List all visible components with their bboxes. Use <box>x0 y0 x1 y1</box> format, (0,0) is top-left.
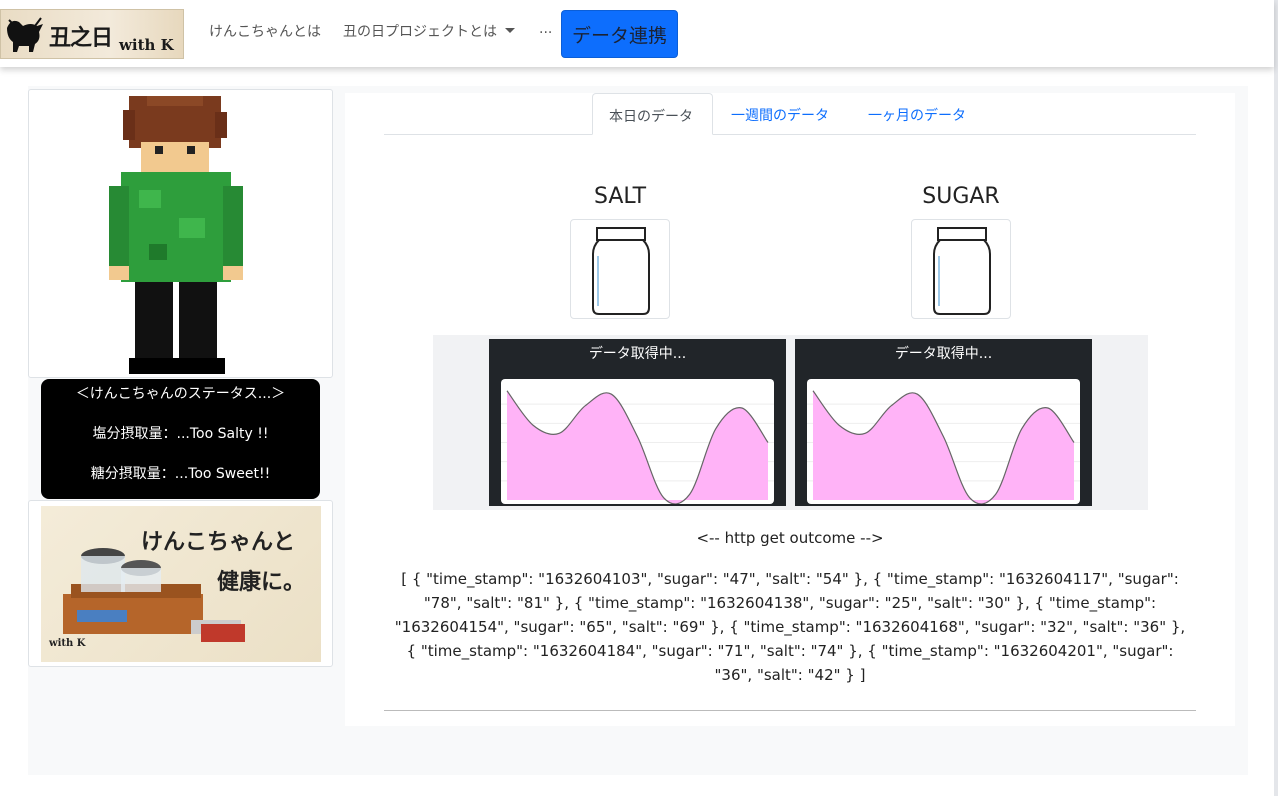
salt-jar-icon <box>592 227 650 315</box>
caret-down-icon <box>505 28 515 33</box>
salt-chart <box>501 379 774 504</box>
bull-icon <box>7 17 43 52</box>
http-outcome-body: [ { "time_stamp": "1632604103", "sugar":… <box>394 570 1186 684</box>
nav-item-more[interactable]: ... <box>539 21 552 37</box>
nav-item-project-dropdown[interactable]: 丑の日プロジェクトとは <box>343 21 515 41</box>
sugar-jar-icon <box>933 227 991 315</box>
http-outcome-title: <-- http get outcome --> <box>696 529 884 547</box>
salt-status: 塩分摂取量：...Too Salty !! <box>92 426 269 442</box>
promo-image: けんこちゃんと 健康に。 with K <box>41 506 321 662</box>
salt-title: SALT <box>593 184 647 209</box>
data-tabs: 本日のデータ 一週間のデータ 一ヶ月のデータ <box>384 93 1196 135</box>
logo-text: 丑之日 <box>49 25 113 51</box>
area-fill <box>507 390 768 504</box>
sugar-title: SUGAR <box>922 184 1000 209</box>
data-link-button[interactable]: データ連携 <box>561 10 678 58</box>
promo-line-2: 健康に。 <box>217 569 306 595</box>
status-title: ＜けんこちゃんのステータス...＞ <box>75 386 286 402</box>
logo-with-text: with K <box>119 36 174 54</box>
kenko-character-image <box>109 96 243 374</box>
navbar: 丑之日 with K けんこちゃんとは 丑の日プロジェクトとは ... データ連… <box>0 0 1274 67</box>
tab-week[interactable]: 一週間のデータ <box>715 93 845 135</box>
nav-item-project-label: 丑の日プロジェクトとは <box>343 24 497 40</box>
salt-chart-panel: データ取得中... <box>489 339 786 506</box>
sugar-chart <box>807 379 1080 504</box>
sugar-jar-card <box>911 219 1011 319</box>
status-panel: ＜けんこちゃんのステータス...＞ 塩分摂取量：...Too Salty !! … <box>41 379 320 499</box>
divider <box>384 710 1196 711</box>
brand-logo[interactable]: 丑之日 with K <box>0 9 184 59</box>
area-fill <box>813 390 1074 504</box>
salt-chart-svg <box>501 390 774 504</box>
tab-month[interactable]: 一ヶ月のデータ <box>852 93 982 135</box>
sugar-chart-svg <box>807 390 1080 504</box>
salt-chart-label: データ取得中... <box>588 346 687 362</box>
nav-item-about-kenko[interactable]: けんこちゃんとは <box>209 21 321 41</box>
sugar-chart-label: データ取得中... <box>894 346 993 362</box>
promo-line-1: けんこちゃんと <box>141 529 296 555</box>
window-edge <box>1274 0 1278 796</box>
promo-small-logo: with K <box>49 638 86 649</box>
tab-today[interactable]: 本日のデータ <box>592 93 713 135</box>
salt-jar-card <box>570 219 670 319</box>
promo-card: けんこちゃんと 健康に。 with K <box>28 500 333 667</box>
avatar-card <box>28 89 333 378</box>
sugar-chart-panel: データ取得中... <box>795 339 1092 506</box>
sugar-status: 糖分摂取量：...Too Sweet!! <box>90 466 271 482</box>
